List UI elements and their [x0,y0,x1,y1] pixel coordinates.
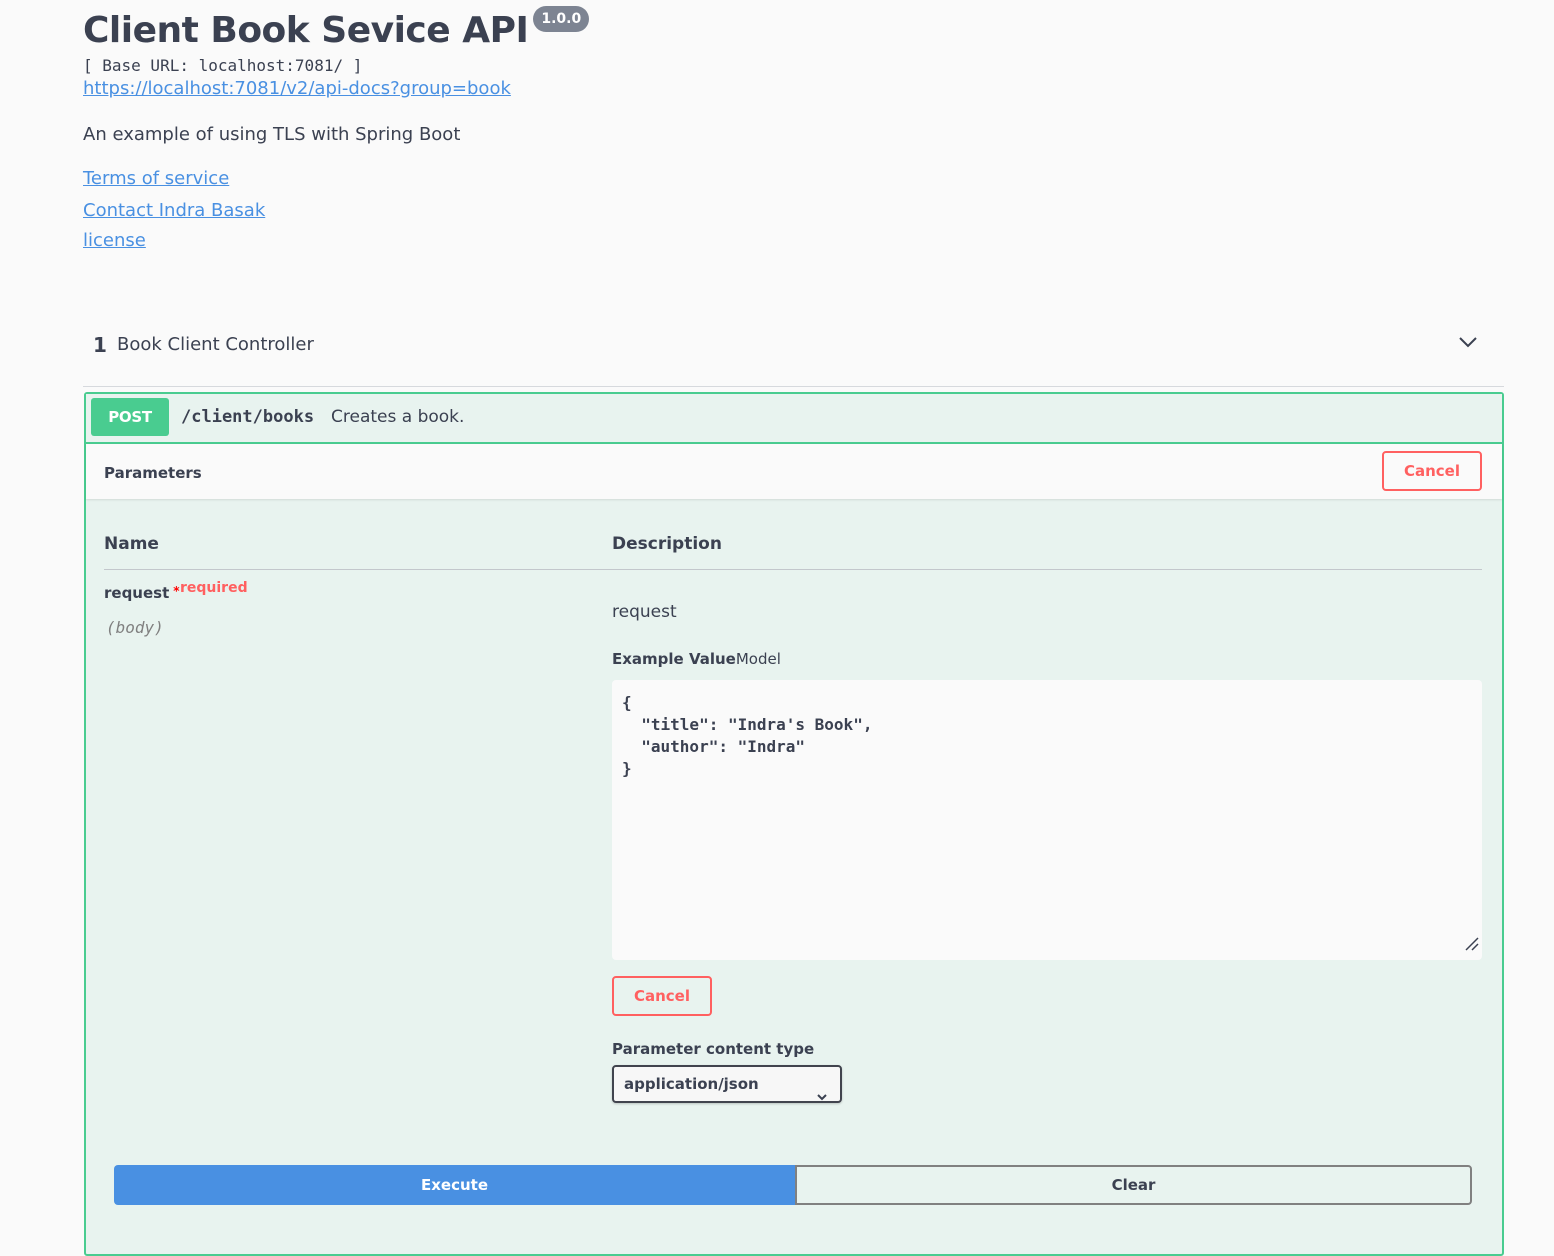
parameter-description: request [612,602,677,622]
terms-of-service-link[interactable]: Terms of service [83,168,229,189]
parameter-name: request * [104,584,180,602]
required-label: required [180,580,248,596]
resize-handle-icon[interactable] [1464,936,1480,958]
api-title-row: Client Book Sevice API 1.0.0 [83,6,590,56]
parameter-location: (body) [106,618,164,637]
operation-block: POST /client/books Creates a book. Param… [84,392,1504,1256]
execute-button[interactable]: Execute [114,1165,795,1205]
clear-button[interactable]: Clear [795,1165,1472,1205]
content-type-select[interactable]: application/json [612,1065,842,1103]
license-link[interactable]: license [83,230,146,251]
example-model-tabs: Example ValueModel [612,650,781,668]
tag-number: 1 [93,333,107,357]
column-header-description: Description [612,534,722,554]
chevron-down-icon[interactable] [1458,334,1478,353]
method-badge: POST [91,398,169,436]
tag-name: Book Client Controller [117,334,314,355]
base-url: [ Base URL: localhost:7081/ ] [83,56,363,75]
parameters-title: Parameters [104,464,202,482]
chevron-down-icon [816,1079,828,1113]
cancel-try-out-button[interactable]: Cancel [1382,451,1482,491]
body-cancel-button[interactable]: Cancel [612,976,712,1016]
column-divider [104,569,1482,570]
column-header-name: Name [104,534,159,554]
version-badge: 1.0.0 [533,6,590,32]
required-star: * [173,584,180,598]
tab-example-value[interactable]: Example Value [612,650,736,668]
api-description: An example of using TLS with Spring Boot [83,124,461,145]
contact-link[interactable]: Contact Indra Basak [83,200,265,221]
content-type-label: Parameter content type [612,1040,815,1058]
operation-summary[interactable]: POST /client/books Creates a book. [86,394,1502,444]
tag-section-header[interactable]: 1 Book Client Controller [83,320,1504,387]
operation-path: /client/books [181,407,315,427]
tab-model[interactable]: Model [736,650,781,668]
operation-summary-text: Creates a book. [331,407,465,427]
api-docs-link[interactable]: https://localhost:7081/v2/api-docs?group… [83,78,511,99]
parameters-header: Parameters Cancel [86,444,1502,499]
request-body-textarea[interactable]: { "title": "Indra's Book", "author": "In… [612,680,1482,960]
api-title: Client Book Sevice API [83,10,529,51]
